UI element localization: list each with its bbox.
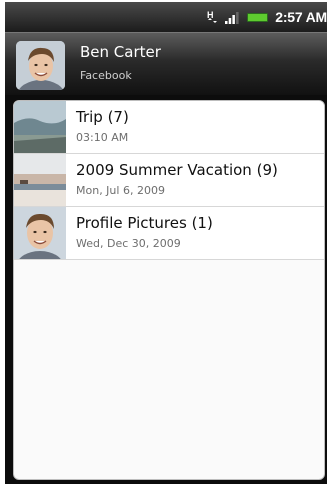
album-title: 2009 Summer Vacation (9)	[76, 161, 278, 179]
album-thumbnail	[14, 207, 66, 259]
album-header: Ben Carter Facebook	[5, 32, 327, 95]
hsdpa-data-icon: H	[207, 10, 218, 23]
list-item[interactable]: Trip (7) 03:10 AM	[14, 101, 324, 154]
battery-icon	[247, 12, 269, 22]
album-title: Profile Pictures (1)	[76, 214, 213, 232]
status-bar: H 2:57 AM	[5, 2, 327, 32]
list-item[interactable]: Profile Pictures (1) Wed, Dec 30, 2009	[14, 207, 324, 260]
phone-screen: H 2:57 AM Ben Carter Facebook Trip (7) 0…	[5, 2, 327, 484]
status-clock: 2:57 AM	[275, 9, 327, 25]
trip-thumbnail-image	[14, 101, 66, 153]
profile-photo	[16, 41, 65, 90]
profile-pictures-thumbnail-image	[14, 207, 66, 259]
signal-strength-icon	[225, 12, 239, 24]
status-icons: H 2:57 AM	[205, 8, 327, 26]
avatar	[16, 41, 65, 90]
album-date: Mon, Jul 6, 2009	[76, 184, 165, 197]
list-item[interactable]: 2009 Summer Vacation (9) Mon, Jul 6, 200…	[14, 154, 324, 207]
album-thumbnail	[14, 154, 66, 206]
album-thumbnail	[14, 101, 66, 153]
album-date: 03:10 AM	[76, 131, 129, 144]
album-date: Wed, Dec 30, 2009	[76, 237, 181, 250]
contact-name: Ben Carter	[80, 43, 161, 61]
summer-vacation-thumbnail-image	[14, 154, 66, 206]
album-title: Trip (7)	[76, 108, 129, 126]
contact-source: Facebook	[80, 69, 132, 82]
album-list: Trip (7) 03:10 AM 2009 Summer Vacation (…	[13, 100, 325, 480]
